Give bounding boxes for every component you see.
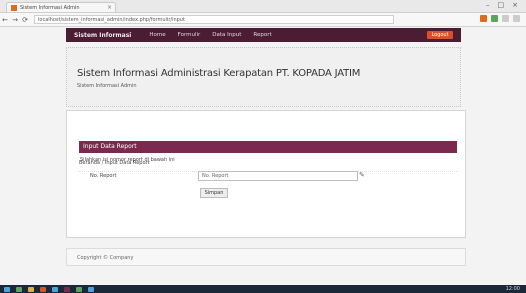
- back-icon[interactable]: ←: [0, 16, 10, 24]
- footer-text: Copyright © Company: [77, 255, 134, 261]
- taskbar-app-icon[interactable]: [76, 286, 82, 292]
- page-subtitle: Sistem Informasi Admin: [77, 83, 137, 89]
- taskbar-app-icon[interactable]: [40, 286, 46, 292]
- form-description: Silahkan isi nomor report di bawah ini: [80, 157, 175, 163]
- maximize-icon[interactable]: □: [498, 1, 505, 9]
- report-number-label: No. Report: [90, 173, 117, 179]
- browser-tab[interactable]: Sistem Informasi Admin ×: [6, 2, 116, 12]
- page-title: Sistem Informasi Administrasi Kerapatan …: [77, 68, 361, 79]
- browser-titlebar: Sistem Informasi Admin × – □ ×: [0, 0, 526, 13]
- taskbar-app-icon[interactable]: [88, 286, 94, 292]
- submit-button[interactable]: Simpan: [200, 188, 228, 198]
- start-icon[interactable]: [4, 286, 10, 292]
- taskbar-app-icon[interactable]: [28, 286, 34, 292]
- extension-icon[interactable]: [491, 15, 498, 22]
- menu-icon[interactable]: [513, 15, 520, 22]
- star-icon[interactable]: [502, 15, 509, 22]
- taskbar-app-icon[interactable]: [16, 286, 22, 292]
- taskbar-app-icon[interactable]: [64, 286, 70, 292]
- taskbar-app-icon[interactable]: [52, 286, 58, 292]
- edit-icon: ✎: [359, 171, 365, 179]
- panel-heading: Input Data Report: [79, 141, 457, 153]
- close-icon[interactable]: ×: [512, 1, 518, 9]
- minimize-icon[interactable]: –: [486, 1, 490, 9]
- report-number-input[interactable]: No. Report: [198, 171, 358, 181]
- refresh-icon[interactable]: ⟳: [20, 16, 30, 24]
- nav-link-formulir[interactable]: Formulir: [178, 32, 201, 38]
- page-footer: Copyright © Company: [66, 248, 466, 266]
- logout-button[interactable]: Logout: [427, 31, 453, 39]
- tab-close-icon[interactable]: ×: [107, 4, 112, 11]
- url-input[interactable]: localhost/sistem_informasi_admin/index.p…: [34, 15, 394, 24]
- extension-icon[interactable]: [480, 15, 487, 22]
- page-header: Sistem Informasi Administrasi Kerapatan …: [66, 47, 461, 107]
- nav-link-home[interactable]: Home: [149, 32, 165, 38]
- window-controls: – □ ×: [486, 1, 518, 9]
- favicon-icon: [11, 4, 17, 11]
- nav-link-report[interactable]: Report: [253, 32, 271, 38]
- extension-icons: [480, 15, 520, 22]
- app-navbar: Sistem Informasi Home Formulir Data Inpu…: [66, 28, 461, 42]
- os-taskbar: 12:00: [0, 285, 526, 293]
- tab-title: Sistem Informasi Admin: [20, 4, 80, 11]
- address-bar: ← → ⟳ localhost/sistem_informasi_admin/i…: [0, 13, 526, 27]
- forward-icon[interactable]: →: [10, 16, 20, 24]
- navbar-brand[interactable]: Sistem Informasi: [74, 32, 131, 39]
- nav-link-data-input[interactable]: Data Input: [212, 32, 241, 38]
- taskbar-clock: 12:00: [505, 286, 520, 292]
